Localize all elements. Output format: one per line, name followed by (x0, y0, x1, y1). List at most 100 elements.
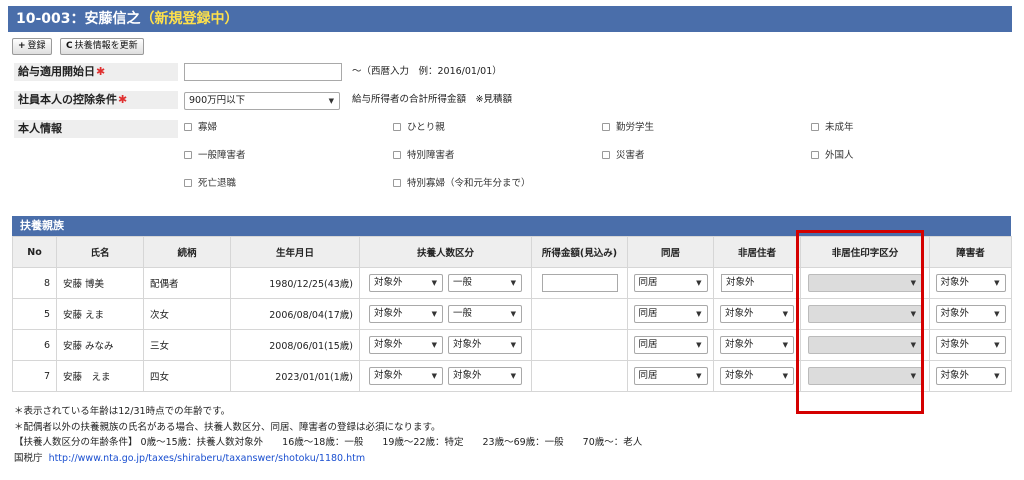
footnote-required: ＊配偶者以外の扶養親族の氏名がある場合、扶養人数区分、同居、障害者の登録は必須に… (14, 422, 441, 433)
nonresident-select[interactable]: 対象外 ▼ (720, 336, 794, 354)
row-number: 6 (12, 329, 57, 361)
row-number: 7 (12, 360, 57, 392)
source-label: 国税庁 (14, 453, 43, 464)
row-number: 8 (12, 267, 57, 299)
dependent-relation: 四女 (143, 360, 231, 392)
dependent-type-select[interactable]: 一般 ▼ (448, 305, 523, 323)
chevron-down-icon: ▼ (431, 310, 437, 318)
status-label: （新規登録中） (140, 11, 239, 27)
required-mark: ✱ (118, 93, 128, 106)
deduction-condition-label: 社員本人の控除条件✱ (14, 91, 178, 109)
checkbox-icon (811, 151, 819, 159)
checkbox-icon (393, 151, 401, 159)
dependent-count-select[interactable]: 対象外 ▼ (369, 305, 443, 323)
dependent-count-select[interactable]: 対象外 ▼ (369, 367, 443, 385)
chevron-down-icon: ▼ (431, 341, 437, 349)
page-title: 10-003：安藤信之 (16, 11, 141, 27)
disability-select[interactable]: 対象外 ▼ (935, 305, 1006, 323)
chevron-down-icon: ▼ (994, 279, 1000, 287)
checkbox-general-disability[interactable]: 一般障害者 (184, 149, 246, 162)
checkbox-foreigner[interactable]: 外国人 (811, 149, 854, 162)
cohabit-select[interactable]: 同居 ▼ (633, 305, 708, 323)
dependent-birth-date: 1980/12/25(43歳) (230, 267, 360, 299)
dependent-name: 安藤 博美 (56, 267, 144, 299)
row-number: 5 (12, 298, 57, 330)
disability-select[interactable]: 対象外 ▼ (935, 367, 1006, 385)
checkbox-icon (184, 179, 192, 187)
dependent-relation: 配偶者 (143, 267, 231, 299)
refresh-icon: C (66, 41, 73, 51)
page-title-bar: 10-003：安藤信之（新規登録中） (8, 6, 1012, 32)
checkbox-working-student[interactable]: 勤労学生 (602, 121, 654, 134)
start-date-input[interactable] (184, 63, 342, 81)
register-button-label: 登録 (27, 41, 46, 51)
deduction-condition-select[interactable]: 900万円以下 ▼ (184, 92, 340, 110)
nonresident-select[interactable]: 対象外 ▼ (720, 367, 794, 385)
refresh-dependents-button[interactable]: C 扶養情報を更新 (60, 38, 144, 55)
highlight-box (796, 230, 924, 414)
checkbox-special-disability[interactable]: 特別障害者 (393, 149, 455, 162)
income-cell (531, 329, 628, 361)
required-mark: ✱ (96, 65, 106, 78)
dependent-type-select[interactable]: 対象外 ▼ (448, 367, 523, 385)
checkbox-minor[interactable]: 未成年 (811, 121, 854, 134)
column-header: 非居住者 (713, 236, 801, 268)
income-input[interactable] (541, 274, 618, 292)
dependent-name: 安藤 えま (56, 298, 144, 330)
chevron-down-icon: ▼ (510, 310, 517, 318)
checkbox-icon (184, 151, 192, 159)
register-button[interactable]: + 登録 (12, 38, 52, 55)
disability-select[interactable]: 対象外 ▼ (935, 274, 1006, 292)
chevron-down-icon: ▼ (696, 341, 702, 349)
start-date-note: 〜（西暦入力 例：2016/01/01） (352, 66, 502, 77)
cohabit-select[interactable]: 同居 ▼ (633, 336, 708, 354)
column-header: 生年月日 (230, 236, 360, 268)
cohabit-select[interactable]: 同居 ▼ (633, 367, 708, 385)
chevron-down-icon: ▼ (510, 279, 517, 287)
dependent-birth-date: 2008/06/01(15歳) (230, 329, 360, 361)
nonresident-select[interactable]: 対象外 ▼ (720, 305, 794, 323)
dependent-name: 安藤 えま (56, 360, 144, 392)
chevron-down-icon: ▼ (782, 341, 788, 349)
plus-icon: + (18, 41, 26, 51)
dependent-type-select[interactable]: 一般 ▼ (448, 274, 523, 292)
chevron-down-icon: ▼ (696, 372, 702, 380)
refresh-button-label: 扶養情報を更新 (74, 41, 138, 51)
column-header: 氏名 (56, 236, 144, 268)
dependent-birth-date: 2006/08/04(17歳) (230, 298, 360, 330)
checkbox-disaster-victim[interactable]: 災害者 (602, 149, 645, 162)
disability-select[interactable]: 対象外 ▼ (935, 336, 1006, 354)
footnote-source: 国税庁 http://www.nta.go.jp/taxes/shiraberu… (14, 452, 365, 465)
chevron-down-icon: ▼ (510, 372, 517, 380)
chevron-down-icon: ▼ (782, 372, 788, 380)
nta-link[interactable]: http://www.nta.go.jp/taxes/shiraberu/tax… (49, 453, 366, 464)
checkbox-icon (184, 123, 192, 131)
column-header: No (12, 236, 57, 268)
checkbox-retired-by-death[interactable]: 死亡退職 (184, 177, 236, 190)
chevron-down-icon: ▼ (696, 279, 702, 287)
dependent-relation: 三女 (143, 329, 231, 361)
dependent-count-select[interactable]: 対象外 ▼ (369, 274, 443, 292)
footnote-age-conditions: 【扶養人数区分の年齢条件】 0歳〜15歳：扶養人数対象外 16歳〜18歳：一般 … (14, 437, 643, 448)
dependent-name: 安藤 みなみ (56, 329, 144, 361)
column-header: 続柄 (143, 236, 231, 268)
start-date-label: 給与適用開始日✱ (14, 63, 178, 81)
chevron-down-icon: ▼ (782, 310, 788, 318)
checkbox-icon (393, 123, 401, 131)
footnote-age: ＊表示されている年齢は12/31時点での年齢です。 (14, 406, 231, 417)
column-header: 障害者 (929, 236, 1012, 268)
checkbox-widow[interactable]: 寡婦 (184, 121, 217, 134)
dependent-relation: 次女 (143, 298, 231, 330)
checkbox-single-parent[interactable]: ひとり親 (393, 121, 445, 134)
dependent-birth-date: 2023/01/01(1歳) (230, 360, 360, 392)
checkbox-special-widow[interactable]: 特別寡婦（令和元年分まで） (393, 177, 531, 190)
income-cell (531, 298, 628, 330)
chevron-down-icon: ▼ (328, 97, 334, 105)
chevron-down-icon: ▼ (994, 372, 1000, 380)
cohabit-select[interactable]: 同居 ▼ (633, 274, 708, 292)
dependent-count-select[interactable]: 対象外 ▼ (369, 336, 443, 354)
nonresident-field[interactable]: 対象外 (721, 274, 793, 292)
dependent-type-select[interactable]: 対象外 ▼ (448, 336, 523, 354)
checkbox-icon (602, 123, 610, 131)
income-cell (531, 360, 628, 392)
